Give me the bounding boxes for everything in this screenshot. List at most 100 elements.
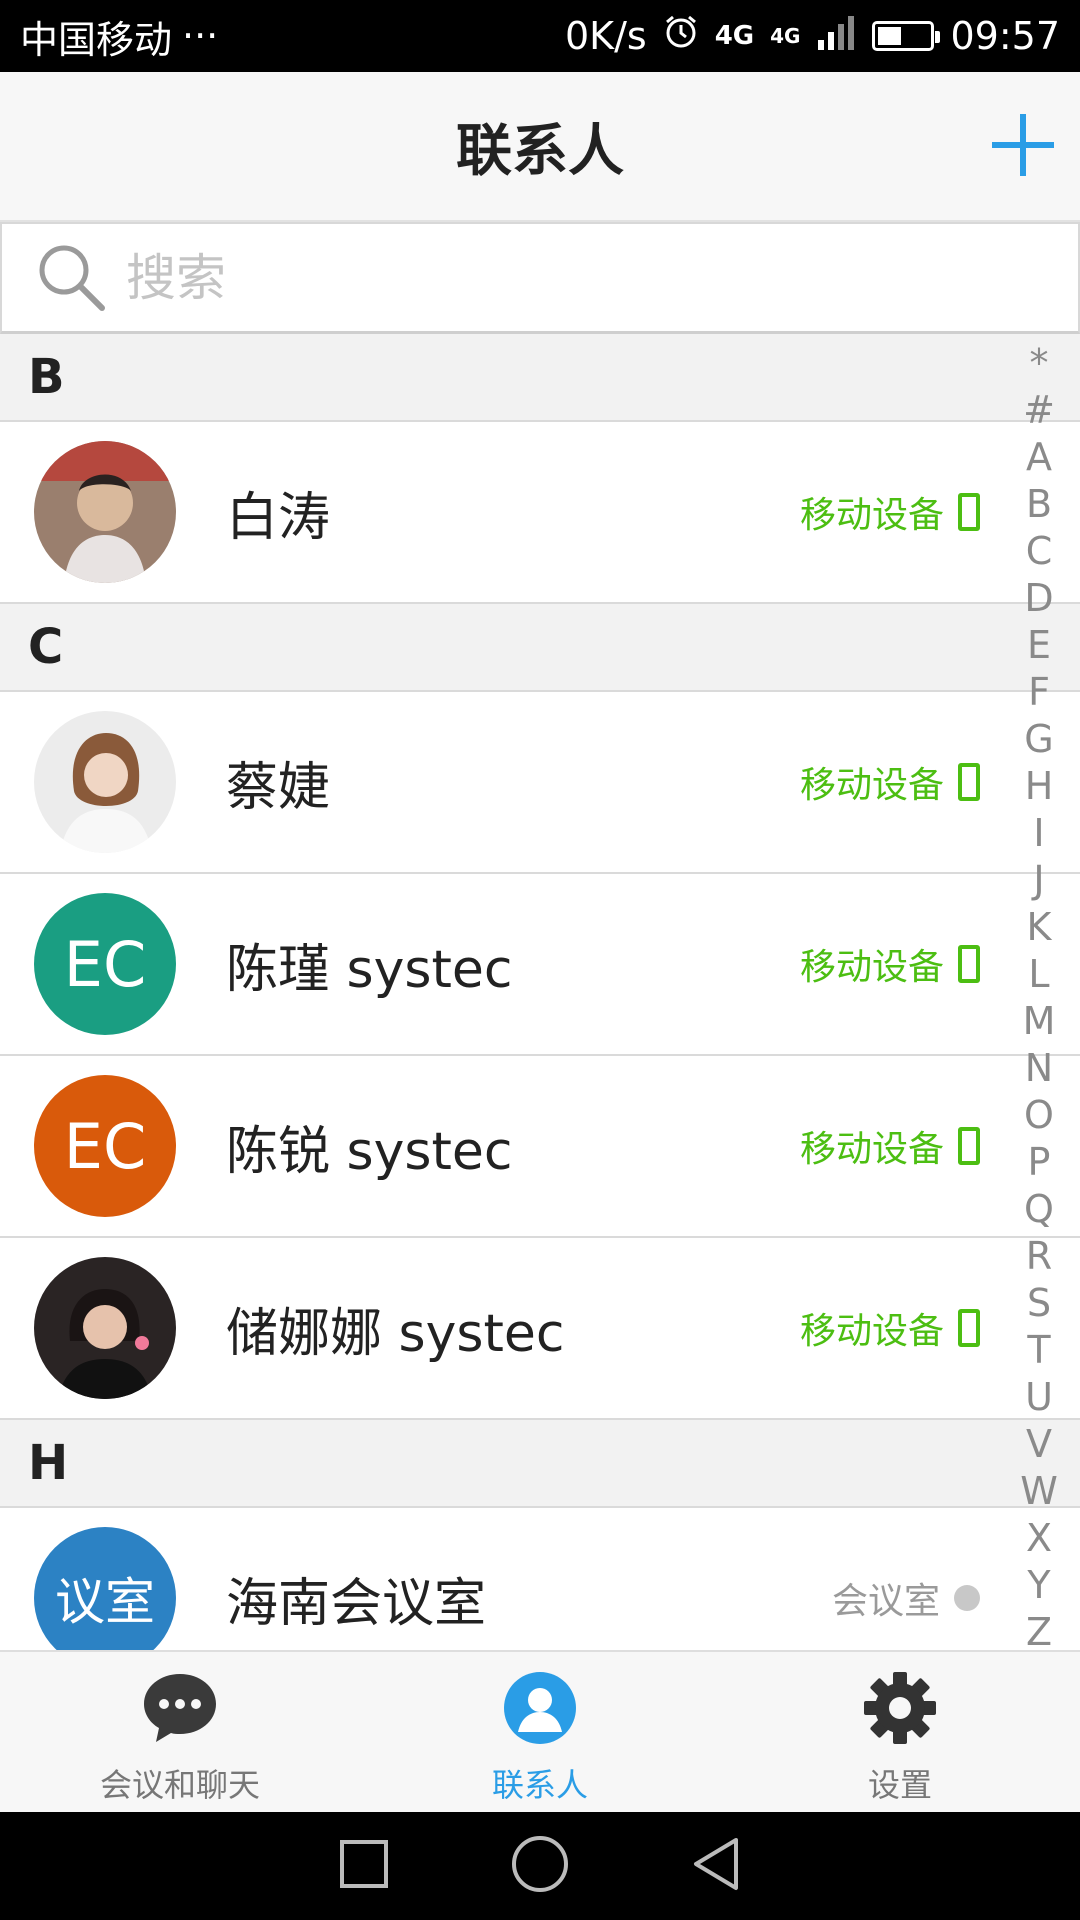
index-letter[interactable]: O bbox=[1024, 1092, 1054, 1139]
index-letter[interactable]: * bbox=[1030, 340, 1049, 387]
index-letter[interactable]: I bbox=[1033, 810, 1044, 857]
carrier-label: 中国移动 bbox=[20, 17, 173, 62]
alarm-icon bbox=[663, 14, 699, 59]
app-header: 联系人 bbox=[0, 72, 1080, 222]
avatar bbox=[34, 711, 176, 853]
index-letter[interactable]: W bbox=[1020, 1468, 1058, 1515]
signal-icon bbox=[816, 14, 856, 59]
index-letter[interactable]: S bbox=[1027, 1280, 1051, 1327]
device-tag-label: 移动设备 bbox=[799, 1311, 944, 1352]
mobile-phone-icon bbox=[958, 763, 980, 801]
index-letter[interactable]: J bbox=[1033, 857, 1044, 904]
chat-bubble-icon bbox=[140, 1670, 220, 1750]
contact-name: 海南会议室 bbox=[226, 1573, 487, 1634]
contact-row[interactable]: EC 陈瑾 systec 移动设备 bbox=[0, 874, 1080, 1056]
plus-icon[interactable] bbox=[988, 110, 1058, 180]
tab-label: 设置 bbox=[867, 1766, 932, 1804]
index-letter[interactable]: C bbox=[1026, 528, 1053, 575]
index-letter[interactable]: G bbox=[1024, 716, 1053, 763]
status-bar: 中国移动 ··· 0K/s 4G 4G 09:57 bbox=[0, 0, 1080, 72]
status-dots: ··· bbox=[182, 14, 219, 58]
section-header-b: B bbox=[0, 334, 1080, 422]
device-tag-label: 移动设备 bbox=[799, 1129, 944, 1170]
contact-row[interactable]: 储娜娜 systec 移动设备 bbox=[0, 1238, 1080, 1420]
contact-name: 陈瑾 systec bbox=[226, 939, 513, 1000]
index-letter[interactable]: # bbox=[1023, 387, 1055, 434]
device-tag: 移动设备 bbox=[800, 938, 980, 990]
contact-row[interactable]: 白涛 移动设备 bbox=[0, 422, 1080, 604]
contact-row[interactable]: 议室 海南会议室 会议室 bbox=[0, 1508, 1080, 1650]
index-letter[interactable]: P bbox=[1028, 1139, 1051, 1186]
avatar-initials: 议室 bbox=[55, 1573, 155, 1631]
device-tag: 移动设备 bbox=[800, 756, 980, 808]
index-letter[interactable]: Q bbox=[1024, 1186, 1054, 1233]
index-letter[interactable]: T bbox=[1027, 1327, 1050, 1374]
page-title: 联系人 bbox=[456, 118, 624, 184]
index-letter[interactable]: B bbox=[1026, 481, 1052, 528]
tab-meetings-chat[interactable]: 会议和聊天 bbox=[0, 1652, 360, 1812]
index-letter[interactable]: H bbox=[1025, 763, 1054, 810]
section-header-h: H bbox=[0, 1420, 1080, 1508]
device-tag-label: 移动设备 bbox=[799, 947, 944, 988]
search-bar[interactable] bbox=[0, 222, 1080, 334]
index-letter[interactable]: E bbox=[1027, 622, 1051, 669]
contact-person-icon bbox=[500, 1670, 580, 1750]
contact-name: 白涛 bbox=[226, 487, 331, 548]
home-icon[interactable] bbox=[510, 1834, 570, 1898]
index-letter[interactable]: A bbox=[1026, 434, 1052, 481]
avatar: 议室 bbox=[34, 1527, 176, 1650]
index-letter[interactable]: Y bbox=[1027, 1562, 1050, 1609]
index-letter[interactable]: N bbox=[1025, 1045, 1053, 1092]
index-letter[interactable]: Z bbox=[1026, 1609, 1052, 1656]
mobile-phone-icon bbox=[958, 493, 980, 531]
index-letter[interactable]: M bbox=[1023, 998, 1056, 1045]
recent-apps-icon[interactable] bbox=[338, 1838, 390, 1894]
room-tag-label: 会议室 bbox=[831, 1581, 940, 1622]
search-icon bbox=[32, 238, 108, 318]
device-tag-label: 移动设备 bbox=[799, 765, 944, 806]
device-tag: 移动设备 bbox=[800, 1302, 980, 1354]
net-speed: 0K/s bbox=[565, 14, 647, 58]
tab-contacts[interactable]: 联系人 bbox=[360, 1652, 720, 1812]
avatar-initials: EC bbox=[63, 1109, 147, 1183]
battery-icon bbox=[872, 21, 941, 51]
index-letter[interactable]: X bbox=[1026, 1515, 1052, 1562]
clock: 09:57 bbox=[950, 14, 1060, 58]
avatar bbox=[34, 441, 176, 583]
avatar: EC bbox=[34, 1075, 176, 1217]
status-dot-icon bbox=[954, 1585, 980, 1611]
avatar: EC bbox=[34, 893, 176, 1035]
device-tag-label: 移动设备 bbox=[799, 495, 944, 536]
alphabet-index[interactable]: * # A B C D E F G H I J K L M N O P Q R S T U V W X Y Z bbox=[1012, 340, 1066, 1656]
contact-name: 陈锐 systec bbox=[226, 1121, 513, 1182]
index-letter[interactable]: V bbox=[1026, 1421, 1052, 1468]
back-icon[interactable] bbox=[690, 1836, 742, 1896]
contact-list[interactable]: B 白涛 移动设备 C 蔡婕 移动设备 EC 陈瑾 systec 移动设备 EC… bbox=[0, 334, 1080, 1650]
mobile-phone-icon bbox=[958, 945, 980, 983]
search-input[interactable] bbox=[126, 248, 926, 307]
index-letter[interactable]: K bbox=[1027, 904, 1052, 951]
system-nav-bar bbox=[0, 1812, 1080, 1920]
index-letter[interactable]: R bbox=[1026, 1233, 1052, 1280]
index-letter[interactable]: D bbox=[1024, 575, 1053, 622]
device-tag: 移动设备 bbox=[800, 486, 980, 538]
tab-settings[interactable]: 设置 bbox=[720, 1652, 1080, 1812]
mobile-phone-icon bbox=[958, 1309, 980, 1347]
bottom-tab-bar: 会议和聊天 联系人 设置 bbox=[0, 1650, 1080, 1812]
mobile-phone-icon bbox=[958, 1127, 980, 1165]
contact-row[interactable]: 蔡婕 移动设备 bbox=[0, 692, 1080, 874]
contact-name: 储娜娜 systec bbox=[226, 1303, 565, 1364]
avatar-initials: EC bbox=[63, 927, 147, 1001]
gear-icon bbox=[860, 1670, 940, 1750]
contact-row[interactable]: EC 陈锐 systec 移动设备 bbox=[0, 1056, 1080, 1238]
device-tag: 移动设备 bbox=[800, 1120, 980, 1172]
network-type-1: 4G bbox=[714, 21, 755, 51]
tab-label: 联系人 bbox=[491, 1766, 588, 1804]
index-letter[interactable]: L bbox=[1028, 951, 1049, 998]
index-letter[interactable]: U bbox=[1025, 1374, 1053, 1421]
contact-name: 蔡婕 bbox=[226, 757, 331, 818]
avatar bbox=[34, 1257, 176, 1399]
index-letter[interactable]: F bbox=[1028, 669, 1050, 716]
tab-label: 会议和聊天 bbox=[99, 1766, 260, 1804]
room-tag: 会议室 bbox=[832, 1572, 980, 1624]
